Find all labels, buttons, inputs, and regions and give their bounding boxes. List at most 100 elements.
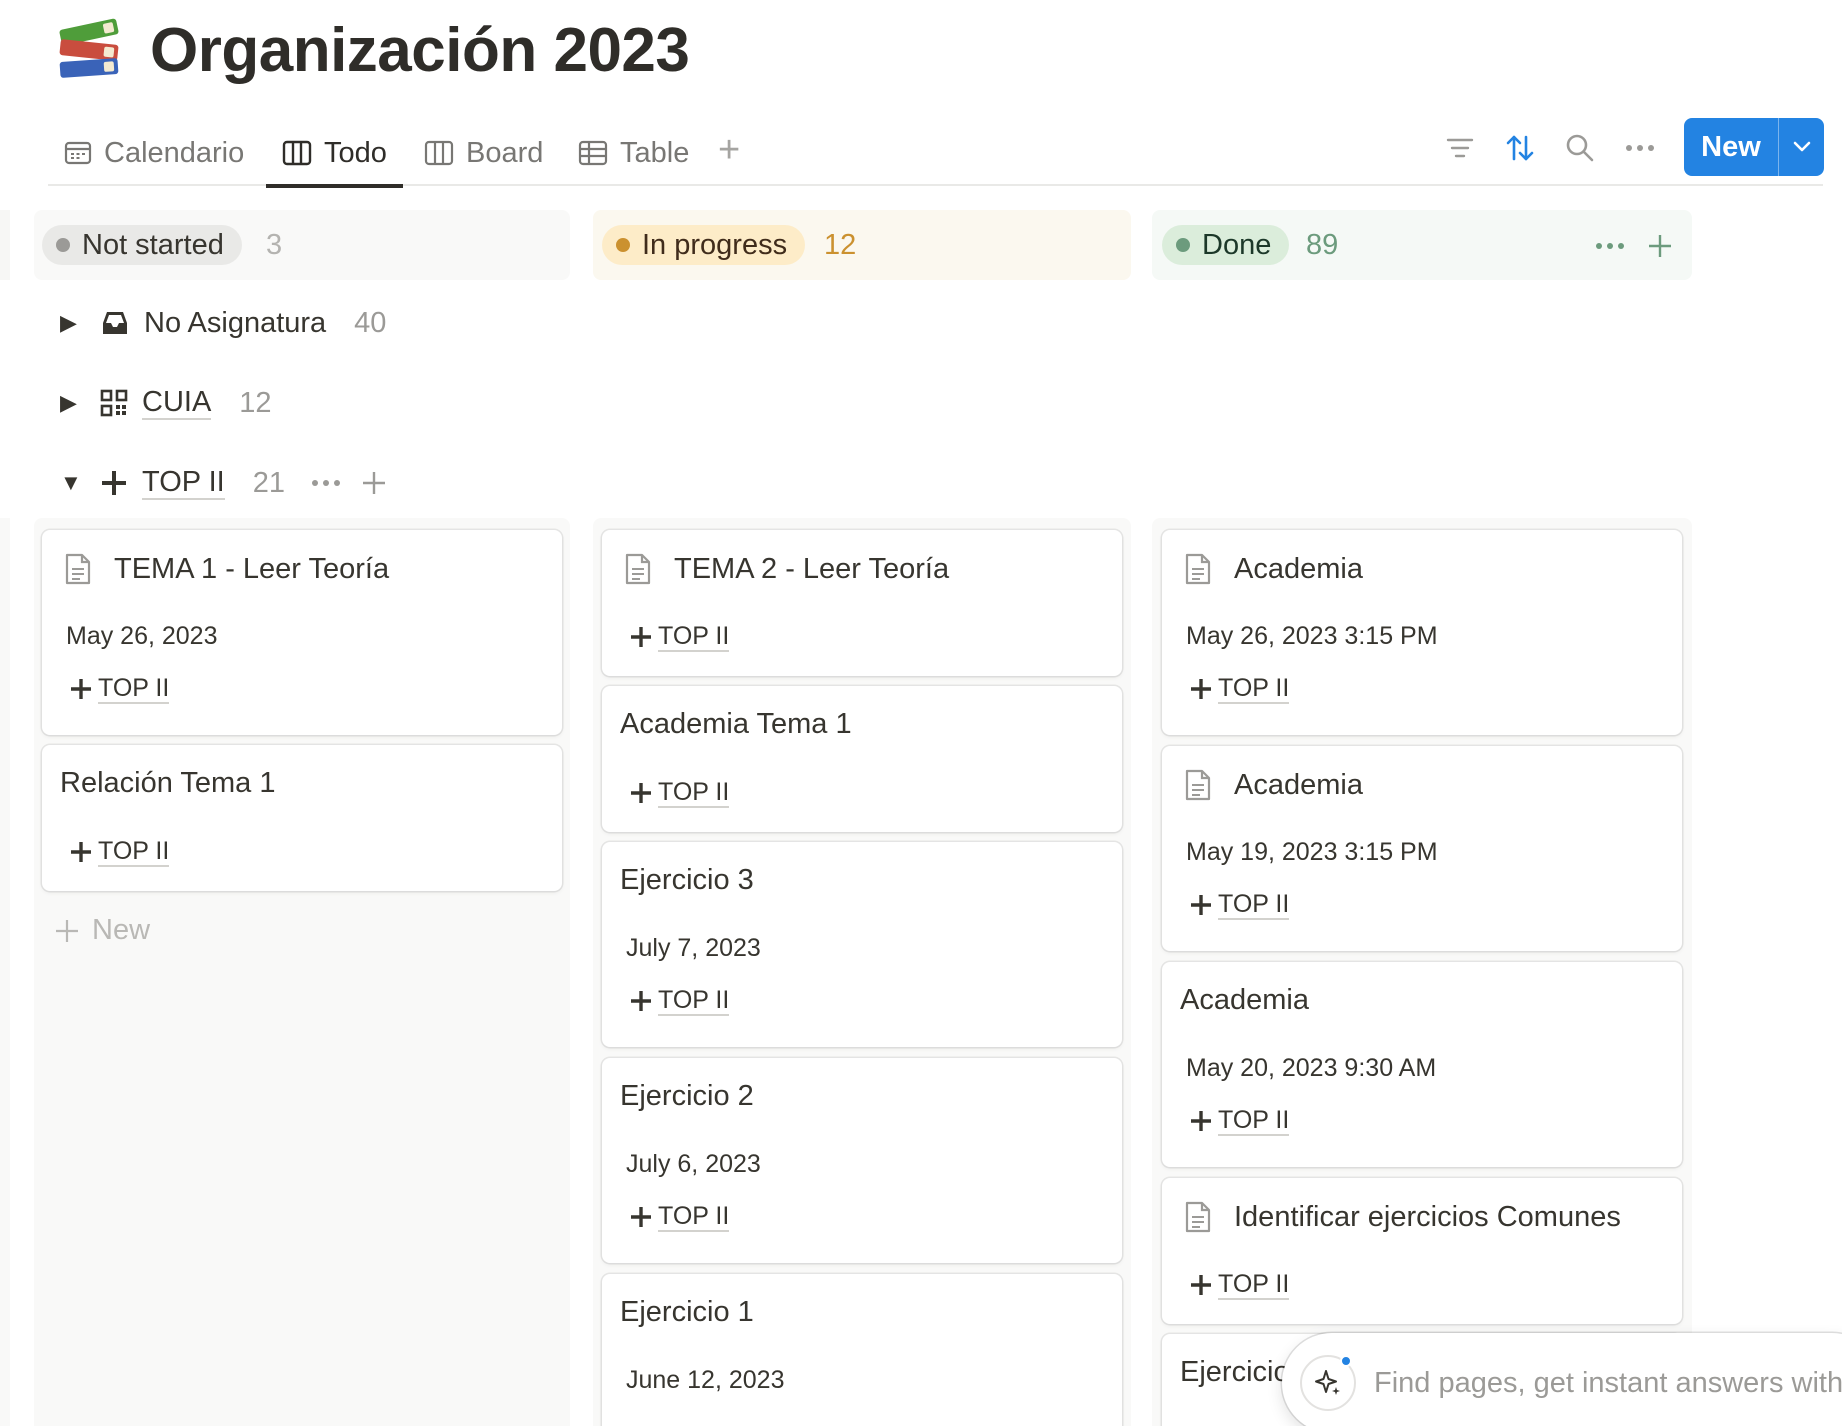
- ai-search-placeholder[interactable]: Find pages, get instant answers with: [1374, 1367, 1842, 1400]
- card-tag[interactable]: TOP II: [1190, 1270, 1290, 1300]
- caret-right-icon[interactable]: ▶: [60, 390, 90, 416]
- column-count: 3: [266, 229, 283, 261]
- plus-icon: [631, 991, 651, 1011]
- card-date: July 7, 2023: [626, 934, 761, 962]
- tab-label: Board: [466, 136, 544, 169]
- group-name: CUIA: [142, 386, 212, 420]
- card-title: TEMA 2 - Leer Teoría: [624, 552, 949, 586]
- group-cuia[interactable]: ▶ CUIA 12: [60, 381, 272, 425]
- card[interactable]: Ejercicio 3 July 7, 2023 TOP II: [602, 842, 1122, 1047]
- card-title: Academia: [1184, 552, 1363, 586]
- new-card-label: New: [92, 914, 151, 946]
- inbox-icon: [100, 309, 130, 337]
- card-title: Relación Tema 1: [60, 767, 276, 799]
- card[interactable]: TEMA 2 - Leer Teoría TOP II: [602, 530, 1122, 676]
- group-no-asignatura[interactable]: ▶ No Asignatura 40: [60, 301, 386, 345]
- board-icon: [424, 140, 454, 166]
- card-tag[interactable]: TOP II: [70, 674, 170, 704]
- card[interactable]: Identificar ejercicios Comunes TOP II: [1162, 1178, 1682, 1324]
- calendar-icon: [64, 141, 92, 165]
- ai-sparkle-icon[interactable]: [1300, 1355, 1356, 1411]
- plus-icon: [631, 1207, 651, 1227]
- tag-name: TOP II: [1218, 1106, 1290, 1136]
- card-tag[interactable]: TOP II: [1190, 1106, 1290, 1136]
- card[interactable]: Ejercicio 1 June 12, 2023: [602, 1274, 1122, 1426]
- plus-icon: [631, 627, 651, 647]
- status-pill-done[interactable]: Done: [1162, 225, 1290, 265]
- search-icon[interactable]: [1560, 128, 1600, 168]
- card-tag[interactable]: TOP II: [630, 1202, 730, 1232]
- tab-todo[interactable]: Todo: [266, 128, 403, 188]
- tab-table[interactable]: Table: [578, 128, 689, 178]
- status-pill-in-progress[interactable]: In progress: [602, 225, 806, 265]
- card-title-text: TEMA 2 - Leer Teoría: [674, 552, 950, 585]
- more-options-icon[interactable]: [1590, 226, 1630, 266]
- card-title: Ejercicio 2: [620, 1080, 754, 1112]
- new-button[interactable]: New: [1684, 118, 1824, 176]
- card-title-text: Identificar ejercicios Comunes: [1234, 1200, 1621, 1233]
- chevron-down-icon[interactable]: [1779, 118, 1824, 176]
- tag-name: TOP II: [1218, 890, 1290, 920]
- card-title: TEMA 1 - Leer Teoría: [64, 552, 389, 586]
- tag-name: TOP II: [98, 674, 170, 704]
- add-view-button[interactable]: +: [718, 128, 740, 172]
- card-tag[interactable]: TOP II: [630, 986, 730, 1016]
- card-title: Ejercicio 3: [620, 864, 754, 896]
- more-options-icon[interactable]: [1620, 128, 1660, 168]
- card-date: May 26, 2023: [66, 622, 218, 650]
- card-title: Academia: [1184, 768, 1363, 802]
- books-emoji-icon[interactable]: [54, 14, 126, 86]
- page-title[interactable]: Organización 2023: [150, 15, 690, 86]
- plus-icon: [1191, 895, 1211, 915]
- more-options-icon[interactable]: [311, 479, 341, 487]
- card-tag[interactable]: TOP II: [1190, 674, 1290, 704]
- plus-icon: [631, 783, 651, 803]
- card[interactable]: TEMA 1 - Leer Teoría May 26, 2023 TOP II: [42, 530, 562, 735]
- card-tag[interactable]: TOP II: [1190, 890, 1290, 920]
- group-count: 21: [252, 466, 286, 499]
- tab-board[interactable]: Board: [424, 128, 543, 178]
- status-pill-not-started[interactable]: Not started: [42, 225, 242, 265]
- add-card-icon[interactable]: [1640, 226, 1680, 266]
- tab-label: Todo: [324, 136, 387, 169]
- card[interactable]: Academia May 20, 2023 9:30 AM TOP II: [1162, 962, 1682, 1167]
- caret-down-icon[interactable]: ▼: [60, 470, 90, 496]
- plus-icon: [71, 842, 91, 862]
- ai-search-bar[interactable]: Find pages, get instant answers with: [1282, 1333, 1842, 1426]
- document-icon: [64, 552, 92, 586]
- card[interactable]: Academia Tema 1 TOP II: [602, 686, 1122, 832]
- tag-name: TOP II: [658, 1202, 730, 1232]
- card-tag[interactable]: TOP II: [630, 778, 730, 808]
- plus-icon: [56, 919, 78, 942]
- add-card-icon[interactable]: [361, 470, 387, 496]
- caret-right-icon[interactable]: ▶: [60, 310, 90, 336]
- tab-label: Table: [620, 136, 690, 169]
- tag-name: TOP II: [98, 837, 170, 867]
- card-tag[interactable]: TOP II: [70, 837, 170, 867]
- tab-calendario[interactable]: Calendario: [64, 128, 244, 178]
- card-tag[interactable]: TOP II: [630, 622, 730, 652]
- new-button-label[interactable]: New: [1684, 118, 1778, 176]
- card[interactable]: Academia May 19, 2023 3:15 PM TOP II: [1162, 746, 1682, 951]
- board-icon: [282, 140, 312, 166]
- card-title-text: TEMA 1 - Leer Teoría: [114, 552, 390, 585]
- card-title-text: Academia: [1234, 552, 1363, 585]
- card-date: July 6, 2023: [626, 1150, 761, 1178]
- document-icon: [1184, 1200, 1212, 1234]
- card-title: Ejercicio: [1180, 1356, 1290, 1388]
- qr-code-icon: [100, 389, 128, 417]
- card[interactable]: Ejercicio 2 July 6, 2023 TOP II: [602, 1058, 1122, 1263]
- group-top-ii[interactable]: ▼ TOP II 21: [60, 461, 387, 505]
- plus-icon: [1191, 1275, 1211, 1295]
- card-title: Ejercicio 1: [620, 1296, 754, 1328]
- sort-icon[interactable]: [1500, 128, 1540, 168]
- column-count: 12: [824, 229, 857, 261]
- card[interactable]: Academia May 26, 2023 3:15 PM TOP II: [1162, 530, 1682, 735]
- tag-name: TOP II: [1218, 1270, 1290, 1300]
- tag-name: TOP II: [658, 778, 730, 808]
- filter-icon[interactable]: [1440, 128, 1480, 168]
- plus-icon: [71, 679, 91, 699]
- card[interactable]: Relación Tema 1 TOP II: [42, 745, 562, 891]
- new-card-button[interactable]: New: [54, 914, 150, 947]
- plus-icon: [1191, 679, 1211, 699]
